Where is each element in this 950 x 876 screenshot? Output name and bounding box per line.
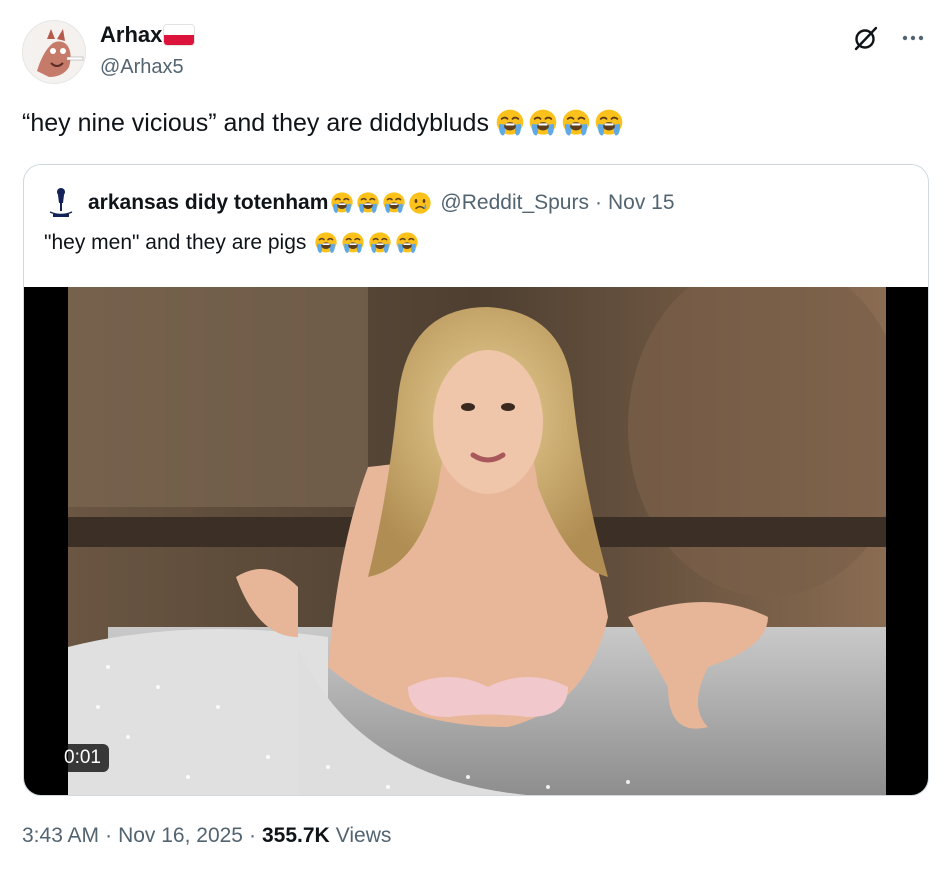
tweet-text-content: “hey nine vicious” and they are diddyblu… [22, 108, 489, 137]
tweet-text: “hey nine vicious” and they are diddyblu… [22, 108, 624, 138]
quoted-display-name[interactable]: arkansas didy totenham [88, 191, 328, 215]
meta-separator: · [105, 824, 113, 847]
video-thumbnail[interactable] [68, 287, 886, 796]
author-name-row[interactable]: Arhax [100, 22, 195, 48]
quoted-text-content: "hey men" and they are pigs [44, 231, 307, 254]
tweet-emojis [495, 108, 624, 138]
loudly-crying-face-icon [368, 231, 392, 255]
loudly-crying-face-icon [395, 231, 419, 255]
quoted-separator: · [594, 191, 602, 214]
loudly-crying-face-icon [495, 108, 525, 138]
loudly-crying-face-icon [341, 231, 365, 255]
loudly-crying-face-icon [561, 108, 591, 138]
quoted-text-emojis [314, 231, 419, 255]
views-count[interactable]: 355.7K [262, 824, 330, 848]
video-player[interactable]: 0:01 [24, 287, 928, 796]
quoted-avatar-crest-icon[interactable] [44, 185, 78, 221]
quoted-tweet-card[interactable]: arkansas didy totenham @Reddit_Spurs · N… [23, 164, 929, 796]
quoted-header: arkansas didy totenham @Reddit_Spurs · N… [44, 185, 675, 221]
quoted-handle[interactable]: @Reddit_Spurs [440, 191, 589, 215]
quoted-date[interactable]: Nov 15 [608, 191, 675, 215]
loudly-crying-face-icon [314, 231, 338, 255]
loudly-crying-face-icon [356, 191, 380, 215]
tweet-time[interactable]: 3:43 AM [22, 824, 99, 848]
poland-flag-icon [164, 25, 195, 45]
grok-icon[interactable] [852, 24, 880, 52]
loudly-crying-face-icon [382, 191, 406, 215]
quoted-text: "hey men" and they are pigs [44, 231, 419, 255]
loudly-crying-face-icon [594, 108, 624, 138]
author-avatar[interactable] [22, 20, 86, 84]
views-label: Views [335, 824, 392, 847]
quoted-name-emojis [330, 191, 432, 215]
tweet-date[interactable]: Nov 16, 2025 [118, 824, 243, 848]
more-options-icon[interactable] [898, 24, 928, 52]
tweet-meta: 3:43 AM · Nov 16, 2025 · 355.7K Views [22, 824, 391, 848]
loudly-crying-face-icon [528, 108, 558, 138]
crying-face-icon [408, 191, 432, 215]
loudly-crying-face-icon [330, 191, 354, 215]
video-timestamp: 0:01 [56, 744, 109, 772]
author-handle[interactable]: @Arhax5 [100, 56, 184, 79]
meta-separator: · [249, 824, 256, 847]
author-display-name[interactable]: Arhax [100, 22, 162, 48]
